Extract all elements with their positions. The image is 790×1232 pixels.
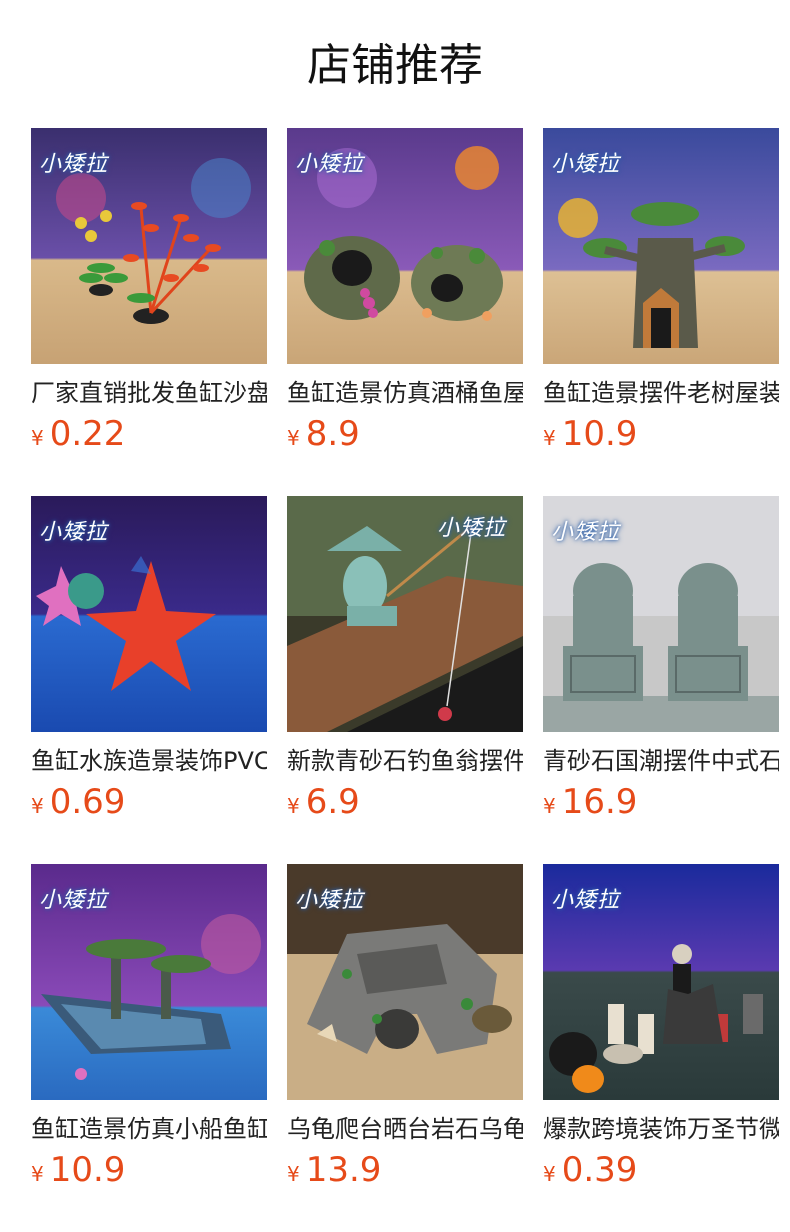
currency-symbol: ¥ [31,1162,44,1186]
page-title: 店铺推荐 [307,40,483,91]
price-value: 13.9 [305,1150,382,1190]
product-price: ¥8.9 [287,414,523,460]
product-image[interactable]: 小矮拉 [543,128,779,364]
currency-symbol: ¥ [31,794,44,818]
price-value: 10.9 [49,1150,126,1190]
brand-logo-image: 小矮拉 [295,888,365,913]
product-name[interactable]: 鱼缸造景仿真酒桶鱼屋装饰摆件 [287,376,523,410]
price-value: 6.9 [305,782,360,822]
product-name[interactable]: 鱼缸造景摆件老树屋装饰摆件 [543,376,779,410]
product-card[interactable]: 小矮拉 鱼缸造景仿真酒桶鱼屋装饰摆件 ¥8.9 [287,128,523,460]
product-card[interactable]: 小矮拉 厂家直销批发鱼缸沙盘水草装饰 ¥0.22 [31,128,267,460]
product-price: ¥0.69 [31,782,267,828]
product-image[interactable]: 小矮拉 [31,128,267,364]
price-value: 0.22 [49,414,126,454]
product-card[interactable]: 小矮拉 鱼缸造景仿真小船鱼缸装饰摆件 ¥10.9 [31,864,267,1196]
product-card[interactable]: 小矮拉 青砂石国潮摆件中式石狮子装饰 ¥16.9 [543,496,779,828]
product-price: ¥10.9 [543,414,779,460]
brand-logo-image: 小矮拉 [437,516,507,541]
product-price: ¥0.22 [31,414,267,460]
product-image[interactable]: 小矮拉 [543,864,779,1100]
price-value: 0.39 [561,1150,638,1190]
product-price: ¥6.9 [287,782,523,828]
product-image[interactable]: 小矮拉 [543,496,779,732]
product-price: ¥10.9 [31,1150,267,1196]
product-card[interactable]: 小矮拉 乌龟爬台晒台岩石乌龟造景摆件 ¥13.9 [287,864,523,1196]
price-value: 8.9 [305,414,360,454]
product-card[interactable]: 小矮拉 鱼缸水族造景装饰PVC海星摆件 ¥0.69 [31,496,267,828]
currency-symbol: ¥ [543,426,556,450]
product-card[interactable]: 小矮拉 新款青砂石钓鱼翁摆件鱼缸装饰 ¥6.9 [287,496,523,828]
currency-symbol: ¥ [287,794,300,818]
currency-symbol: ¥ [31,426,44,450]
product-name[interactable]: 厂家直销批发鱼缸沙盘水草装饰 [31,376,267,410]
product-card[interactable]: 小矮拉 鱼缸造景摆件老树屋装饰摆件 ¥10.9 [543,128,779,460]
brand-logo-image: 小矮拉 [39,152,109,177]
brand-logo-image: 小矮拉 [39,888,109,913]
product-price: ¥13.9 [287,1150,523,1196]
product-name[interactable]: 鱼缸造景仿真小船鱼缸装饰摆件 [31,1112,267,1146]
brand-logo-image: 小矮拉 [551,152,621,177]
brand-logo-image: 小矮拉 [551,520,621,545]
product-price: ¥0.39 [543,1150,779,1196]
product-image[interactable]: 小矮拉 [31,496,267,732]
product-image[interactable]: 小矮拉 [287,496,523,732]
product-image[interactable]: 小矮拉 [31,864,267,1100]
product-card[interactable]: 小矮拉 爆款跨境装饰万圣节微景观摆件 ¥0.39 [543,864,779,1196]
product-name[interactable]: 鱼缸水族造景装饰PVC海星摆件 [31,744,267,778]
price-value: 16.9 [561,782,638,822]
product-name[interactable]: 青砂石国潮摆件中式石狮子装饰 [543,744,779,778]
brand-logo-image: 小矮拉 [39,520,109,545]
price-value: 0.69 [49,782,126,822]
product-name[interactable]: 乌龟爬台晒台岩石乌龟造景摆件 [287,1112,523,1146]
price-value: 10.9 [561,414,638,454]
product-price: ¥16.9 [543,782,779,828]
currency-symbol: ¥ [287,426,300,450]
product-name[interactable]: 新款青砂石钓鱼翁摆件鱼缸装饰 [287,744,523,778]
currency-symbol: ¥ [543,794,556,818]
brand-logo-image: 小矮拉 [295,152,365,177]
product-name[interactable]: 爆款跨境装饰万圣节微景观摆件 [543,1112,779,1146]
currency-symbol: ¥ [287,1162,300,1186]
brand-logo-image: 小矮拉 [551,888,621,913]
product-image[interactable]: 小矮拉 [287,864,523,1100]
currency-symbol: ¥ [543,1162,556,1186]
product-image[interactable]: 小矮拉 [287,128,523,364]
